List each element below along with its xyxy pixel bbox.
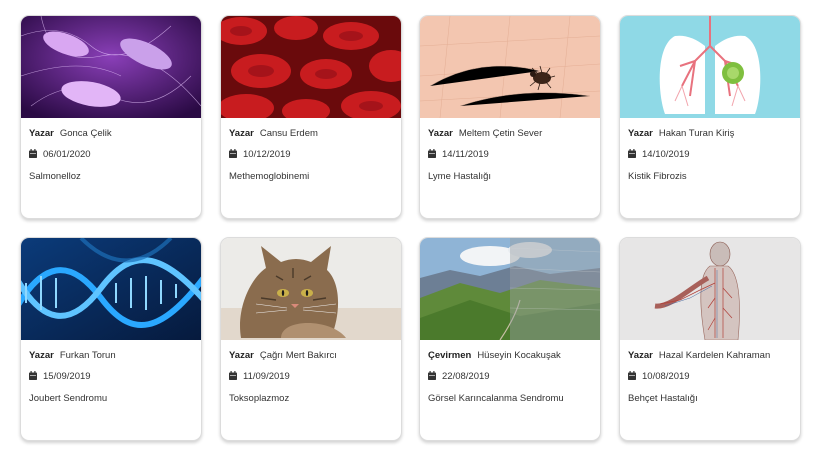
date-line: 06/01/2020 bbox=[29, 148, 193, 162]
author-line: Yazar Hazal Kardelen Kahraman bbox=[628, 349, 792, 363]
calendar-icon bbox=[428, 149, 436, 158]
red-blood-cells-image[interactable] bbox=[221, 16, 401, 118]
author-name[interactable]: Hazal Kardelen Kahraman bbox=[659, 350, 770, 361]
role-label: Yazar bbox=[29, 350, 54, 361]
author-name[interactable]: Furkan Torun bbox=[60, 350, 116, 361]
date-line: 10/08/2019 bbox=[628, 370, 792, 384]
author-name[interactable]: Cansu Erdem bbox=[260, 128, 318, 139]
author-line: Yazar Cansu Erdem bbox=[229, 127, 393, 141]
role-label: Yazar bbox=[229, 128, 254, 139]
article-title[interactable]: Kistik Fibrozis bbox=[628, 170, 792, 184]
article-title[interactable]: Lyme Hastalığı bbox=[428, 170, 592, 184]
author-name[interactable]: Gonca Çelik bbox=[60, 128, 112, 139]
anatomy-vessels-image[interactable] bbox=[620, 238, 800, 340]
date-line: 11/09/2019 bbox=[229, 370, 393, 384]
role-label: Yazar bbox=[229, 350, 254, 361]
calendar-icon bbox=[29, 149, 37, 158]
calendar-icon bbox=[628, 371, 636, 380]
article-card[interactable]: Yazar Hazal Kardelen Kahraman 10/08/2019 … bbox=[619, 237, 801, 441]
calendar-icon bbox=[29, 371, 37, 380]
author-line: Yazar Gonca Çelik bbox=[29, 127, 193, 141]
author-line: Yazar Çağrı Mert Bakırcı bbox=[229, 349, 393, 363]
article-card[interactable]: Çevirmen Hüseyin Kocakuşak 22/08/2019 Gör… bbox=[419, 237, 601, 441]
role-label: Çevirmen bbox=[428, 350, 472, 361]
date-text: 10/12/2019 bbox=[243, 149, 291, 160]
author-name[interactable]: Hüseyin Kocakuşak bbox=[477, 350, 560, 361]
article-card[interactable]: Yazar Cansu Erdem 10/12/2019 Methemoglobi… bbox=[220, 15, 402, 219]
date-line: 22/08/2019 bbox=[428, 370, 592, 384]
date-line: 15/09/2019 bbox=[29, 370, 193, 384]
author-line: Yazar Hakan Turan Kiriş bbox=[628, 127, 792, 141]
article-grid: Yazar Gonca Çelik 06/01/2020 Salmonelloz bbox=[0, 0, 825, 449]
mountain-landscape-image[interactable] bbox=[420, 238, 600, 340]
article-title[interactable]: Salmonelloz bbox=[29, 170, 193, 184]
calendar-icon bbox=[628, 149, 636, 158]
author-line: Yazar Meltem Çetin Sever bbox=[428, 127, 592, 141]
article-card[interactable]: Yazar Gonca Çelik 06/01/2020 Salmonelloz bbox=[20, 15, 202, 219]
date-line: 14/11/2019 bbox=[428, 148, 592, 162]
role-label: Yazar bbox=[29, 128, 54, 139]
date-line: 10/12/2019 bbox=[229, 148, 393, 162]
purple-bacteria-image[interactable] bbox=[21, 16, 201, 118]
date-text: 22/08/2019 bbox=[442, 371, 490, 382]
role-label: Yazar bbox=[428, 128, 453, 139]
date-text: 14/11/2019 bbox=[442, 149, 489, 160]
article-title[interactable]: Joubert Sendromu bbox=[29, 392, 193, 406]
date-text: 06/01/2020 bbox=[43, 149, 91, 160]
author-name[interactable]: Hakan Turan Kiriş bbox=[659, 128, 735, 139]
date-text: 10/08/2019 bbox=[642, 371, 690, 382]
date-line: 14/10/2019 bbox=[628, 148, 792, 162]
role-label: Yazar bbox=[628, 128, 653, 139]
calendar-icon bbox=[428, 371, 436, 380]
article-card[interactable]: Yazar Hakan Turan Kiriş 14/10/2019 Kistik… bbox=[619, 15, 801, 219]
date-text: 14/10/2019 bbox=[642, 149, 690, 160]
author-line: Çevirmen Hüseyin Kocakuşak bbox=[428, 349, 592, 363]
author-name[interactable]: Meltem Çetin Sever bbox=[459, 128, 542, 139]
article-card[interactable]: Yazar Çağrı Mert Bakırcı 11/09/2019 Tokso… bbox=[220, 237, 402, 441]
date-text: 15/09/2019 bbox=[43, 371, 91, 382]
author-name[interactable]: Çağrı Mert Bakırcı bbox=[260, 350, 337, 361]
article-card[interactable]: Yazar Meltem Çetin Sever 14/11/2019 Lyme … bbox=[419, 15, 601, 219]
article-card[interactable]: Yazar Furkan Torun 15/09/2019 Joubert Sen… bbox=[20, 237, 202, 441]
author-line: Yazar Furkan Torun bbox=[29, 349, 193, 363]
article-title[interactable]: Methemoglobinemi bbox=[229, 170, 393, 184]
lungs-illustration-image[interactable] bbox=[620, 16, 800, 118]
article-title[interactable]: Behçet Hastalığı bbox=[628, 392, 792, 406]
blue-dna-helix-image[interactable] bbox=[21, 238, 201, 340]
tabby-cat-image[interactable] bbox=[221, 238, 401, 340]
calendar-icon bbox=[229, 371, 237, 380]
role-label: Yazar bbox=[628, 350, 653, 361]
article-title[interactable]: Toksoplazmoz bbox=[229, 392, 393, 406]
date-text: 11/09/2019 bbox=[243, 371, 290, 382]
tick-on-skin-image[interactable] bbox=[420, 16, 600, 118]
article-title[interactable]: Görsel Karıncalanma Sendromu bbox=[428, 392, 592, 406]
calendar-icon bbox=[229, 149, 237, 158]
